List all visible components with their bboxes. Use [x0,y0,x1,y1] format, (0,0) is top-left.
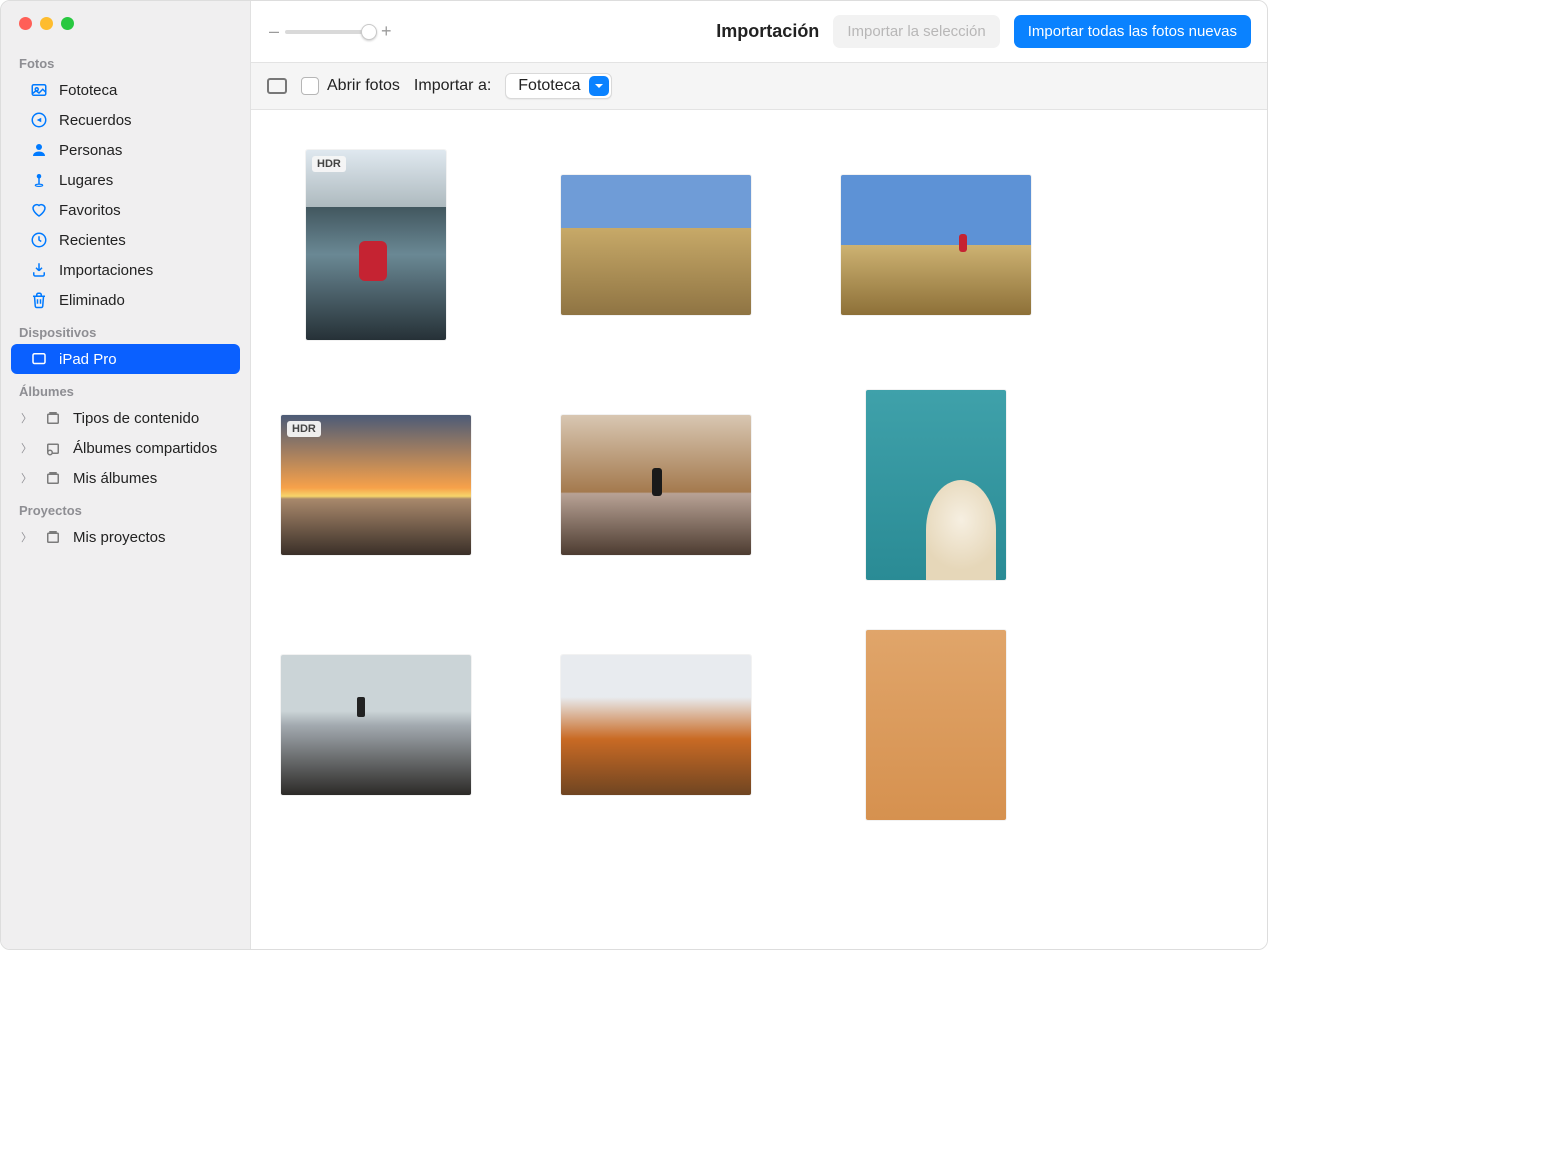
sidebar-item-ipad-pro[interactable]: iPad Pro [11,344,240,374]
thumbnail-grid: HDR HDR [251,110,1267,949]
hdr-badge: HDR [312,156,346,172]
selection-frame-icon[interactable] [267,78,287,94]
clock-icon [29,231,49,249]
zoom-slider-knob[interactable] [361,24,377,40]
chevron-right-icon[interactable]: 〉 [21,529,31,545]
sidebar-item-label: Eliminado [59,292,125,309]
thumbnail[interactable] [841,630,1031,820]
open-photos-checkbox-label[interactable]: Abrir fotos [301,77,400,95]
window-controls [1,1,250,46]
import-selection-button[interactable]: Importar la selección [833,15,999,48]
sidebar-header-dispositivos: Dispositivos [1,315,250,344]
sidebar-item-recuerdos[interactable]: Recuerdos [11,105,240,135]
shared-album-icon [43,439,63,457]
sidebar-header-proyectos: Proyectos [1,493,250,522]
sidebar-item-label: Recuerdos [59,112,132,129]
thumbnail[interactable] [281,630,471,820]
open-photos-label: Abrir fotos [327,77,400,95]
chevron-right-icon[interactable]: 〉 [21,410,31,426]
thumbnail[interactable] [841,390,1031,580]
sidebar-item-label: Personas [59,142,122,159]
people-icon [29,141,49,159]
sidebar-item-label: Lugares [59,172,113,189]
sidebar-item-label: Mis álbumes [73,470,157,487]
sidebar-item-importaciones[interactable]: Importaciones [11,255,240,285]
import-to-value: Fototeca [518,77,580,95]
sidebar-item-lugares[interactable]: Lugares [11,165,240,195]
zoom-control: – + [269,21,392,42]
memories-icon [29,111,49,129]
sidebar-item-mis-proyectos[interactable]: 〉 Mis proyectos [11,522,240,552]
chevron-right-icon[interactable]: 〉 [21,470,31,486]
import-options-bar: Abrir fotos Importar a: Fototeca [251,62,1267,110]
sidebar-item-mis-albumes[interactable]: 〉 Mis álbumes [11,463,240,493]
sidebar-item-fototeca[interactable]: Fototeca [11,75,240,105]
thumbnail[interactable]: HDR [281,390,471,580]
photo-library-icon [29,81,49,99]
open-photos-checkbox[interactable] [301,77,319,95]
sidebar-item-personas[interactable]: Personas [11,135,240,165]
maximize-window-button[interactable] [61,17,74,30]
import-to-label: Importar a: [414,77,491,95]
thumbnail[interactable] [841,150,1031,340]
sidebar-item-label: Fototeca [59,82,117,99]
sidebar-item-label: Álbumes compartidos [73,440,217,457]
sidebar-item-albumes-compartidos[interactable]: 〉 Álbumes compartidos [11,433,240,463]
thumbnail[interactable] [561,150,751,340]
sidebar-item-recientes[interactable]: Recientes [11,225,240,255]
zoom-in-button[interactable]: + [381,21,392,42]
sidebar-item-label: Tipos de contenido [73,410,199,427]
close-window-button[interactable] [19,17,32,30]
sidebar-item-label: Recientes [59,232,126,249]
sidebar: Fotos Fototeca Recuerdos Personas Lugare… [1,1,251,949]
page-title: Importación [716,21,819,42]
tablet-icon [29,350,49,368]
import-all-button[interactable]: Importar todas las fotos nuevas [1014,15,1251,48]
minimize-window-button[interactable] [40,17,53,30]
sidebar-item-eliminado[interactable]: Eliminado [11,285,240,315]
thumbnail[interactable]: HDR [281,150,471,340]
album-icon [43,469,63,487]
chevron-right-icon[interactable]: 〉 [21,440,31,456]
toolbar: – + Importación Importar la selección Im… [251,1,1267,62]
sidebar-item-tipos-contenido[interactable]: 〉 Tipos de contenido [11,403,240,433]
chevron-down-icon [589,76,609,96]
sidebar-item-favoritos[interactable]: Favoritos [11,195,240,225]
sidebar-header-fotos: Fotos [1,46,250,75]
trash-icon [29,291,49,309]
main-content: – + Importación Importar la selección Im… [251,1,1267,949]
sidebar-item-label: Favoritos [59,202,121,219]
album-icon [43,409,63,427]
import-icon [29,261,49,279]
import-to-dropdown[interactable]: Fototeca [505,73,611,99]
sidebar-header-albumes: Álbumes [1,374,250,403]
hdr-badge: HDR [287,421,321,437]
thumbnail[interactable] [561,390,751,580]
zoom-slider[interactable] [285,30,375,34]
sidebar-item-label: Importaciones [59,262,153,279]
thumbnail[interactable] [561,630,751,820]
sidebar-item-label: Mis proyectos [73,529,166,546]
zoom-out-button[interactable]: – [269,21,279,42]
heart-icon [29,201,49,219]
places-icon [29,171,49,189]
sidebar-item-label: iPad Pro [59,351,117,368]
album-icon [43,528,63,546]
photos-window: Fotos Fototeca Recuerdos Personas Lugare… [0,0,1268,950]
